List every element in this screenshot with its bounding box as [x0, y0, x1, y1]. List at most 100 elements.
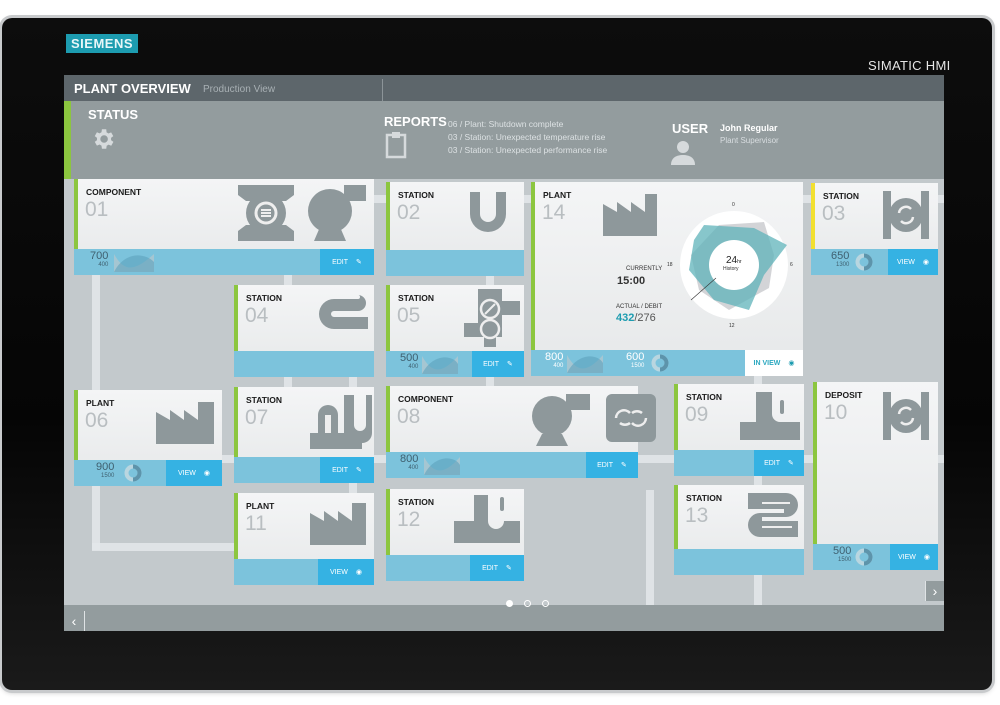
card-number: 03 — [822, 202, 846, 225]
metric-value: 700 400 — [90, 250, 109, 269]
pump-icon — [238, 185, 294, 241]
card-footer — [386, 250, 524, 276]
edit-button[interactable]: EDIT ✎ — [320, 457, 374, 483]
card-station-12[interactable]: STATION 12 EDIT ✎ — [386, 489, 524, 581]
card-deposit-10[interactable]: DEPOSIT 10 500 1500 VIEW ◉ — [813, 382, 938, 570]
page-subtitle[interactable]: Production View — [203, 84, 275, 95]
view-button[interactable]: VIEW ◉ — [888, 249, 938, 275]
card-number: 06 — [85, 409, 109, 432]
status-accent — [386, 182, 390, 250]
status-accent — [74, 390, 78, 460]
clipboard-icon[interactable] — [385, 131, 407, 159]
status-accent — [234, 387, 238, 457]
status-accent — [386, 386, 390, 452]
factory-icon — [156, 402, 214, 444]
edit-button[interactable]: EDIT ✎ — [320, 249, 374, 275]
eye-icon: ◉ — [923, 554, 930, 561]
status-accent — [74, 179, 78, 249]
edit-button[interactable]: EDIT ✎ — [470, 555, 524, 581]
card-plant-14[interactable]: PLANT 14 CURRENTLY 15:00 ACTUAL / DEBIT … — [531, 182, 803, 376]
user-icon[interactable] — [670, 139, 696, 165]
nozzle-icon — [454, 495, 520, 543]
card-component-08[interactable]: COMPONENT 08 800 400 EDIT ✎ — [386, 386, 656, 478]
status-accent — [813, 382, 817, 544]
metric-value: 800 400 — [545, 351, 564, 370]
card-type: STATION — [398, 190, 435, 200]
actual-debit-value: 432/276 — [616, 312, 656, 324]
card-station-13[interactable]: STATION 13 — [674, 485, 804, 575]
status-label: STATUS — [88, 107, 139, 122]
pagination — [506, 600, 549, 607]
metric-value: 650 1300 — [831, 250, 850, 269]
card-type: STATION — [246, 293, 283, 303]
user-name: John Regular — [720, 123, 778, 133]
edit-button[interactable]: EDIT ✎ — [586, 452, 638, 478]
eye-icon: ◉ — [355, 569, 362, 576]
view-button[interactable]: VIEW ◉ — [890, 544, 938, 570]
status-accent — [811, 183, 815, 249]
pipe-line — [92, 543, 242, 551]
eye-icon: ◉ — [203, 470, 210, 477]
card-footer — [234, 351, 374, 377]
separator-icon — [310, 395, 372, 449]
card-type: PLANT — [246, 501, 275, 511]
status-accent — [386, 489, 390, 555]
prev-page-button[interactable]: ‹ — [64, 611, 85, 631]
gauge-tick: 6 — [790, 262, 793, 268]
card-station-09[interactable]: STATION 09 EDIT ✎ — [674, 384, 804, 476]
page-dot-3[interactable] — [542, 600, 549, 607]
model-label: SIMATIC HMI — [868, 58, 951, 73]
eye-icon: ◉ — [788, 360, 795, 367]
gauge-caption: History — [723, 266, 739, 272]
card-number: 07 — [245, 406, 269, 429]
pencil-icon: ✎ — [356, 467, 362, 474]
card-number: 12 — [397, 508, 421, 531]
card-number: 10 — [824, 401, 848, 424]
gear-icon[interactable] — [90, 126, 116, 152]
gauge-tick: 18 — [667, 262, 673, 268]
card-type: DEPOSIT — [825, 390, 863, 400]
page-dot-1[interactable] — [506, 600, 513, 607]
card-station-03[interactable]: STATION 03 650 1300 VIEW ◉ — [811, 183, 938, 275]
donut-gauge-icon — [855, 548, 873, 566]
in-view-button[interactable]: IN VIEW ◉ — [745, 350, 803, 376]
card-component-01[interactable]: COMPONENT 01 700 400 EDIT ✎ — [74, 179, 374, 275]
card-number: 02 — [397, 201, 421, 224]
view-button[interactable]: VIEW ◉ — [318, 559, 374, 585]
exchange-icon — [606, 394, 656, 442]
user-role: Plant Supervisor — [720, 136, 779, 145]
edit-button[interactable]: EDIT ✎ — [754, 450, 804, 476]
pencil-icon: ✎ — [506, 565, 512, 572]
report-item[interactable]: 03 / Station: Unexpected temperature ris… — [448, 132, 605, 142]
valve-icon — [464, 289, 520, 347]
report-item[interactable]: 06 / Plant: Shutdown complete — [448, 119, 563, 129]
card-station-02[interactable]: STATION 02 — [386, 182, 524, 276]
tank-icon — [308, 185, 366, 241]
card-type: STATION — [686, 493, 723, 503]
card-station-04[interactable]: STATION 04 — [234, 285, 374, 377]
card-type: COMPONENT — [398, 394, 454, 404]
report-item[interactable]: 03 / Station: Unexpected performance ris… — [448, 145, 607, 155]
top-bar: PLANT OVERVIEW Production View — [64, 75, 944, 101]
heat-exchanger-icon — [748, 493, 798, 537]
view-button[interactable]: VIEW ◉ — [166, 460, 222, 486]
sparkline-icon — [424, 457, 460, 475]
card-number: 13 — [685, 504, 709, 527]
card-station-05[interactable]: STATION 05 500 400 EDIT ✎ — [386, 285, 524, 377]
card-plant-06[interactable]: PLANT 06 900 1500 VIEW ◉ — [74, 390, 222, 486]
status-accent — [674, 485, 678, 549]
card-number: 05 — [397, 304, 421, 327]
next-page-button[interactable]: › — [925, 581, 944, 601]
metric-value: 500 1500 — [833, 545, 852, 564]
metric-value: 600 1500 — [626, 351, 645, 370]
card-plant-11[interactable]: PLANT 11 VIEW ◉ — [234, 493, 374, 585]
card-number: 04 — [245, 304, 269, 327]
gauge-tick: 12 — [729, 323, 735, 329]
edit-button[interactable]: EDIT ✎ — [472, 351, 524, 377]
donut-gauge-icon — [124, 464, 142, 482]
card-number: 11 — [245, 512, 267, 535]
card-station-07[interactable]: STATION 07 EDIT ✎ — [234, 387, 374, 483]
page-dot-2[interactable] — [524, 600, 531, 607]
status-accent — [234, 285, 238, 351]
coil-icon — [314, 295, 368, 329]
